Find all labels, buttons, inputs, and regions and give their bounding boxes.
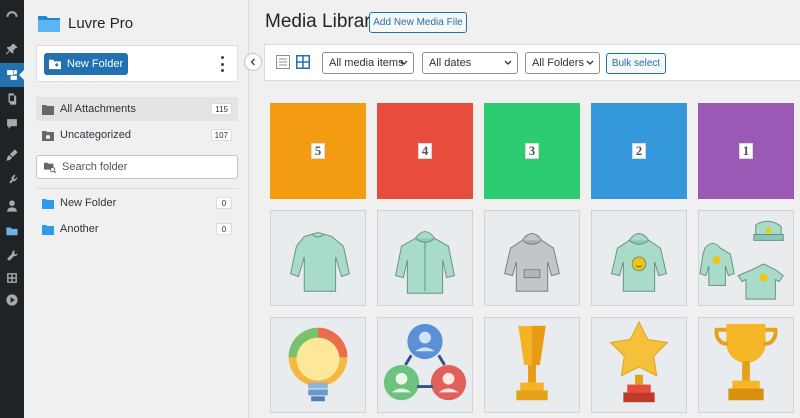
- chevron-down-icon: [400, 60, 408, 65]
- chevron-down-icon: [586, 60, 594, 65]
- folder-label: New Folder: [60, 197, 117, 209]
- folders-icon[interactable]: [2, 221, 22, 241]
- folder-uncategorized[interactable]: Uncategorized 107: [36, 123, 238, 147]
- video-play-icon[interactable]: [2, 290, 22, 310]
- folder-label: Another: [60, 223, 99, 235]
- brand-name: Luvre Pro: [68, 14, 134, 32]
- gray-hoodie-icon: [503, 233, 561, 292]
- media-tile[interactable]: 2: [591, 103, 687, 199]
- chevron-down-icon: [504, 60, 512, 65]
- folder-count: 107: [210, 129, 232, 141]
- sidebar-divider: [36, 188, 238, 189]
- media-tile[interactable]: [377, 210, 473, 306]
- media-tile[interactable]: 3: [484, 103, 580, 199]
- pages-icon[interactable]: [2, 89, 22, 109]
- lightbulb-icon: [288, 327, 348, 402]
- add-new-media-button[interactable]: Add New Media File: [369, 12, 467, 33]
- appearance-icon[interactable]: [2, 145, 22, 165]
- number-badge: 2: [632, 143, 646, 159]
- plugins-icon[interactable]: [2, 170, 22, 190]
- media-tile[interactable]: 5: [270, 103, 366, 199]
- folder-filter-value: All Folders: [532, 57, 584, 69]
- number-badge: 5: [311, 143, 325, 159]
- new-folder-label: New Folder: [66, 58, 124, 70]
- media-tile[interactable]: [270, 317, 366, 413]
- zip-hoodie-icon: [395, 231, 455, 294]
- add-folder-icon: [48, 59, 61, 70]
- posts-pin-icon[interactable]: [2, 39, 22, 59]
- number-badge: 4: [418, 143, 432, 159]
- media-tile[interactable]: [270, 210, 366, 306]
- chevron-left-icon: [250, 58, 255, 66]
- media-type-value: All media items: [329, 57, 404, 69]
- date-filter[interactable]: All dates: [422, 52, 518, 74]
- media-tile[interactable]: 1: [698, 103, 794, 199]
- more-options-icon[interactable]: [217, 56, 227, 72]
- folder-label: All Attachments: [60, 103, 136, 115]
- folder-all-attachments[interactable]: All Attachments 115: [36, 97, 238, 121]
- search-folder-input[interactable]: [62, 161, 232, 173]
- grid-view-button[interactable]: [294, 53, 312, 71]
- media-toolbar: All media items All dates All Folders Bu…: [264, 44, 800, 81]
- trophy-icon: [516, 325, 548, 401]
- page-title: Media Library: [265, 11, 381, 32]
- main-content: Media Library Add New Media File All med…: [250, 0, 800, 418]
- merch-set-icon: [699, 220, 784, 300]
- uncategorized-folder-icon: [42, 130, 54, 141]
- folder-count: 115: [211, 103, 232, 115]
- settings-icon[interactable]: [2, 268, 22, 288]
- new-folder-button[interactable]: New Folder: [44, 53, 128, 75]
- folder-logo-icon: [38, 16, 60, 32]
- admin-menu: [0, 0, 25, 418]
- folder-count: 0: [216, 223, 232, 235]
- tools-icon[interactable]: [2, 246, 22, 266]
- brand: Luvre Pro: [38, 14, 133, 32]
- smiley-hoodie-icon: [610, 233, 668, 292]
- media-tile[interactable]: [591, 210, 687, 306]
- team-network-icon: [383, 323, 467, 401]
- cup-trophy-icon: [714, 323, 778, 401]
- folder-new-folder[interactable]: New Folder 0: [36, 191, 238, 215]
- folder-sidebar: Luvre Pro New Folder All Attachments 115…: [24, 0, 249, 418]
- media-tile[interactable]: [698, 210, 794, 306]
- number-badge: 1: [739, 143, 753, 159]
- grid-view-icon: [296, 55, 310, 69]
- folder-label: Uncategorized: [60, 129, 131, 141]
- comments-icon[interactable]: [2, 114, 22, 134]
- date-filter-value: All dates: [429, 57, 472, 69]
- folder-count: 0: [216, 197, 232, 209]
- new-folder-bar: New Folder: [36, 45, 238, 82]
- media-tile[interactable]: [591, 317, 687, 413]
- folder-another[interactable]: Another 0: [36, 217, 238, 241]
- list-view-icon[interactable]: [276, 55, 290, 69]
- media-type-filter[interactable]: All media items: [322, 52, 414, 74]
- dashboard-icon[interactable]: [2, 6, 22, 26]
- star-trophy-icon: [609, 320, 669, 403]
- folder-filter[interactable]: All Folders: [525, 52, 600, 74]
- bulk-select-button[interactable]: Bulk select: [606, 53, 666, 74]
- media-tile[interactable]: [484, 210, 580, 306]
- sweatshirt-icon: [290, 232, 350, 292]
- users-icon[interactable]: [2, 196, 22, 216]
- folder-icon: [42, 104, 54, 115]
- folder-icon: [42, 224, 54, 235]
- folder-icon: [42, 198, 54, 209]
- media-tile[interactable]: [698, 317, 794, 413]
- media-tile[interactable]: 4: [377, 103, 473, 199]
- media-tile[interactable]: [484, 317, 580, 413]
- collapse-sidebar-button[interactable]: [244, 53, 262, 71]
- number-badge: 3: [525, 143, 539, 159]
- media-tile[interactable]: [377, 317, 473, 413]
- folder-search-icon: [44, 162, 56, 173]
- search-folder-field[interactable]: [36, 155, 238, 179]
